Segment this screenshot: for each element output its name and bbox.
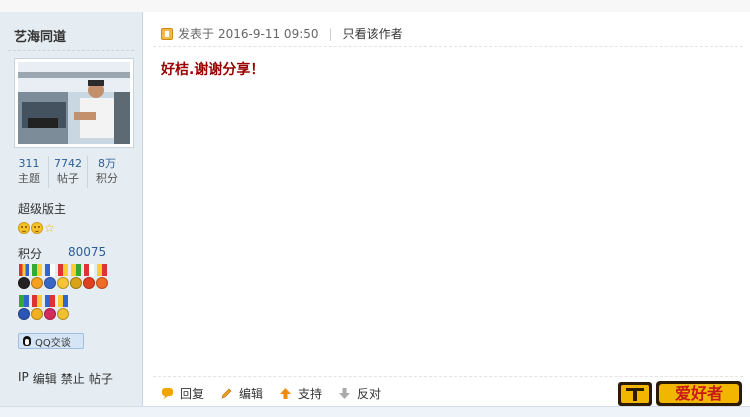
stat-value: 8万 xyxy=(98,157,116,170)
medal-icon[interactable] xyxy=(31,295,43,323)
reply-icon xyxy=(162,388,173,399)
medal-icon[interactable] xyxy=(70,264,82,292)
only-author-link[interactable]: 只看该作者 xyxy=(343,25,403,42)
rank-icons: ☆ xyxy=(18,222,56,234)
stat-value: 7742 xyxy=(54,157,82,170)
medal-icon[interactable] xyxy=(44,264,56,292)
post-main: 发表于 2016-9-11 09:50 | 只看该作者 好桔.谢谢分享！ 回复 … xyxy=(143,12,750,406)
support-label: 支持 xyxy=(298,387,323,401)
admin-ip-link[interactable]: IP xyxy=(18,370,29,387)
oppose-label: 反对 xyxy=(357,387,382,401)
stat-threads[interactable]: 311 主题 xyxy=(10,156,49,188)
admin-edit-link[interactable]: 编辑 xyxy=(33,370,57,387)
user-rank[interactable]: 超级版主 xyxy=(18,200,66,217)
divider xyxy=(153,376,743,377)
stat-points[interactable]: 8万 积分 xyxy=(88,156,126,188)
meta-separator: | xyxy=(328,26,333,41)
medal-icon[interactable] xyxy=(96,264,108,292)
stat-label: 主题 xyxy=(18,172,40,185)
medal-list xyxy=(18,264,128,326)
stat-posts[interactable]: 7742 帖子 xyxy=(49,156,88,188)
edit-label: 编辑 xyxy=(239,387,264,401)
reply-label: 回复 xyxy=(180,387,205,401)
user-sidebar: 艺海同道 311 主题 7742 帖子 8万 积分 超级版主 ☆ 积分 8007… xyxy=(0,12,143,406)
stat-label: 帖子 xyxy=(57,172,79,185)
reply-button[interactable]: 回复 xyxy=(161,385,204,402)
score-value: 80075 xyxy=(68,245,107,259)
qq-chat-label: QQ交谈 xyxy=(35,337,71,349)
qq-chat-button[interactable]: QQ交谈 xyxy=(18,333,84,349)
posted-label: 发表于 xyxy=(178,27,215,41)
site-logo[interactable]: 爱好者 xyxy=(616,378,744,408)
arrow-down-icon xyxy=(339,388,351,399)
divider xyxy=(8,50,134,51)
stat-value: 311 xyxy=(18,157,40,170)
medal-icon[interactable] xyxy=(44,295,56,323)
divider xyxy=(153,46,743,47)
admin-ban-link[interactable]: 禁止 xyxy=(61,370,85,387)
admin-posts-link[interactable]: 帖子 xyxy=(89,370,113,387)
avatar[interactable] xyxy=(14,58,134,148)
medal-icon[interactable] xyxy=(31,264,43,292)
smiley-icon xyxy=(31,222,43,234)
medal-icon[interactable] xyxy=(57,264,69,292)
medal-icon[interactable] xyxy=(83,264,95,292)
oppose-button[interactable]: 反对 xyxy=(338,385,381,402)
score-label: 积分 xyxy=(18,247,43,261)
star-icon: ☆ xyxy=(44,221,55,235)
post-icon xyxy=(161,27,173,40)
smiley-icon xyxy=(18,222,30,234)
medal-icon[interactable] xyxy=(18,264,30,292)
post-meta: 发表于 2016-9-11 09:50 | 只看该作者 xyxy=(161,25,403,42)
admin-links: IP 编辑 禁止 帖子 xyxy=(18,370,113,387)
post-actions: 回复 编辑 支持 反对 xyxy=(161,385,397,402)
medal-icon[interactable] xyxy=(57,295,69,323)
medal-icon[interactable] xyxy=(18,295,30,323)
logo-text: 爱好者 xyxy=(675,384,723,403)
user-stats: 311 主题 7742 帖子 8万 积分 xyxy=(10,156,126,188)
post-content: 好桔.谢谢分享！ xyxy=(161,62,265,78)
qq-penguin-icon xyxy=(22,335,32,347)
username[interactable]: 艺海同道 xyxy=(14,26,66,45)
pencil-icon xyxy=(221,388,232,399)
stat-label: 积分 xyxy=(96,172,118,185)
edit-button[interactable]: 编辑 xyxy=(220,385,263,402)
support-button[interactable]: 支持 xyxy=(279,385,322,402)
post-datetime: 2016-9-11 09:50 xyxy=(218,26,319,41)
arrow-up-icon xyxy=(280,388,292,399)
